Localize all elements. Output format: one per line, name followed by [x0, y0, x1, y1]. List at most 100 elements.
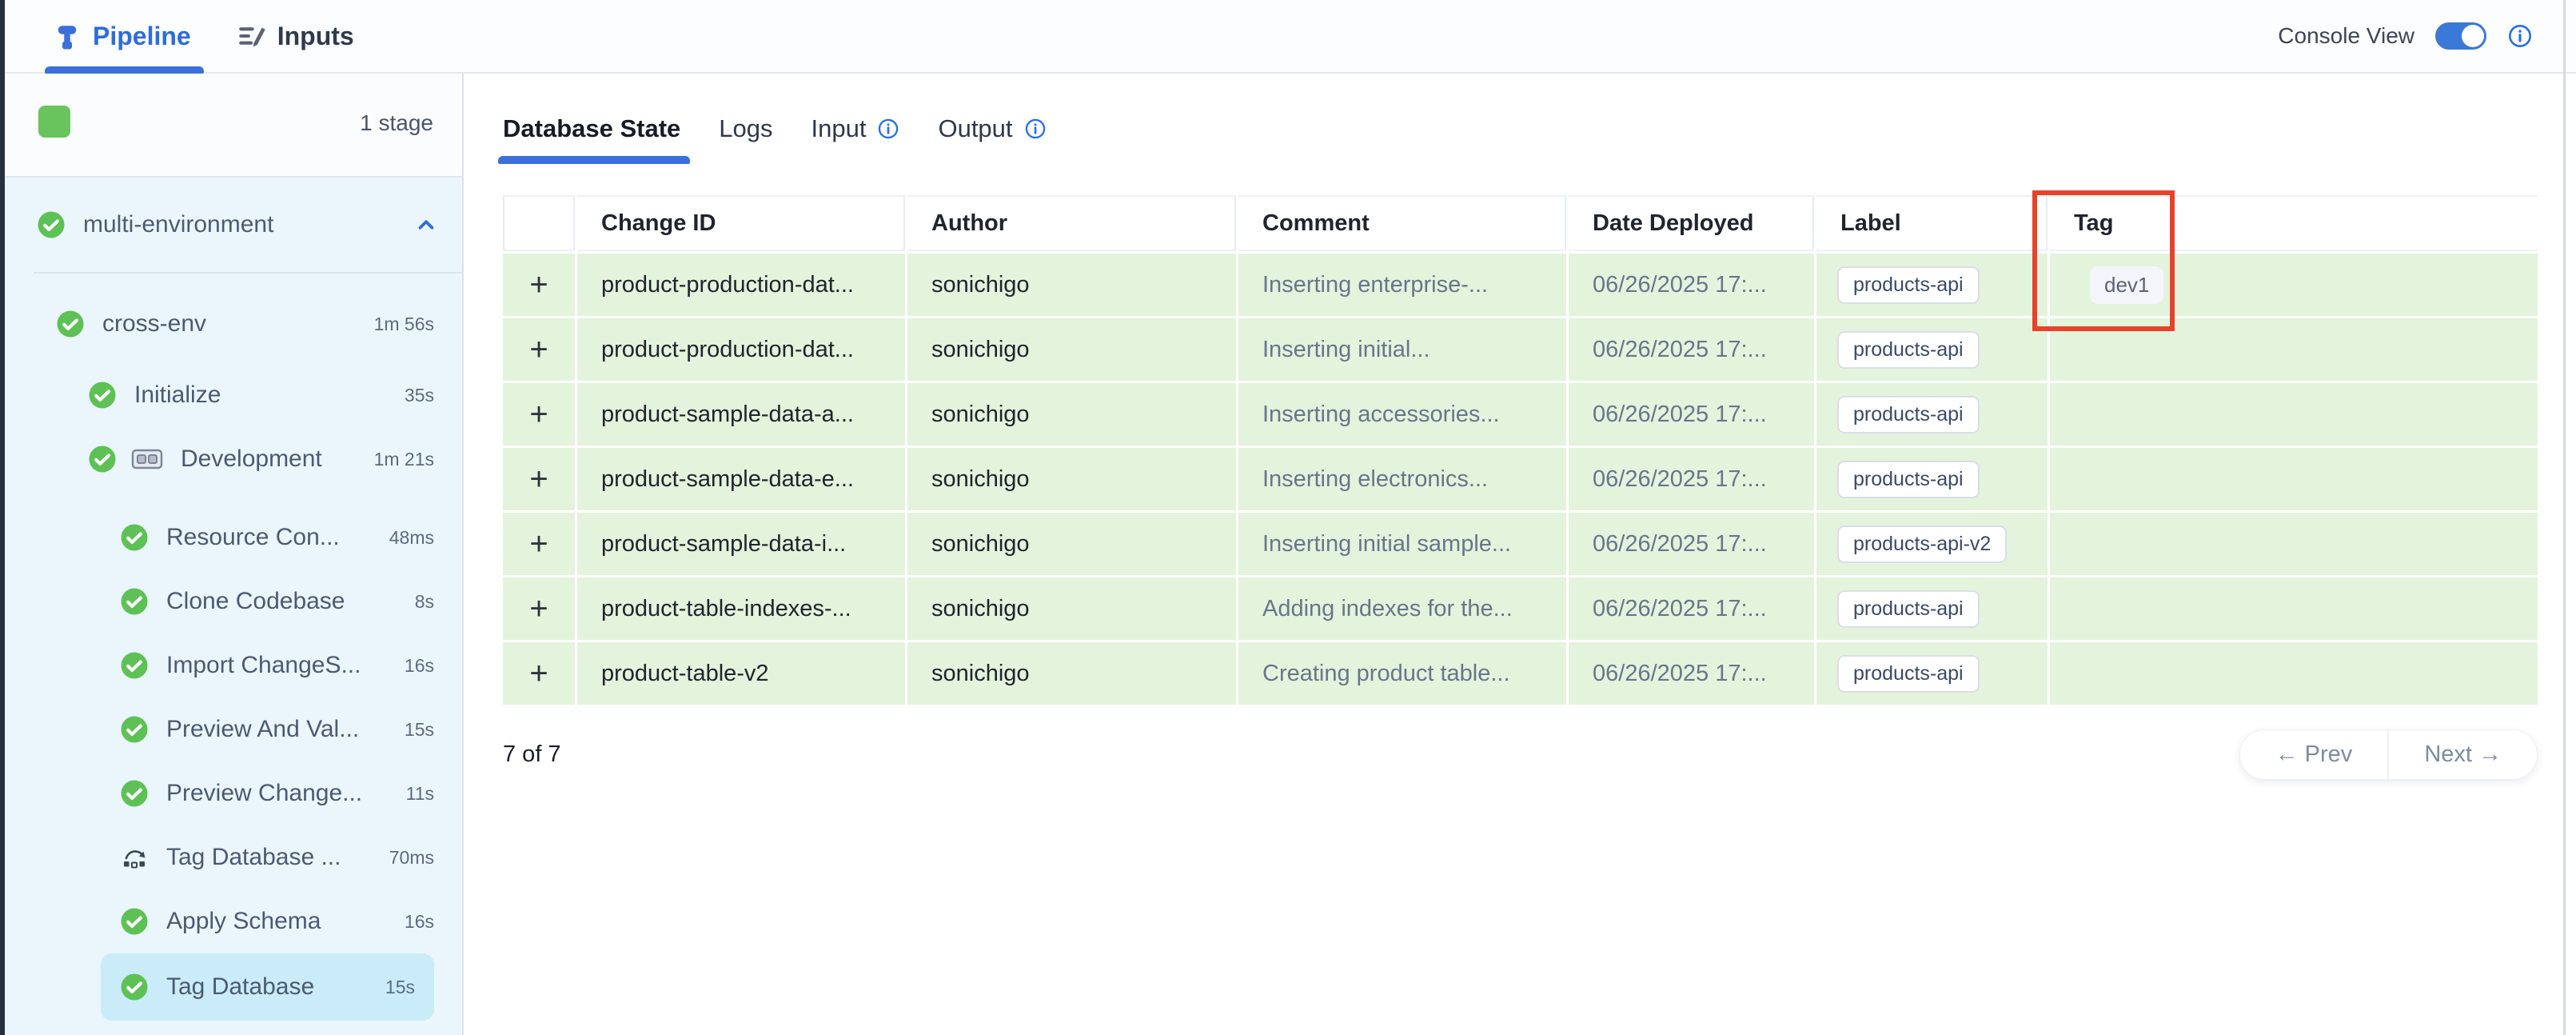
stage-card-icon [131, 447, 163, 471]
cell-label: products-api [1816, 448, 2048, 510]
success-check-icon [120, 715, 149, 744]
cell-tag [2050, 513, 2538, 575]
content-area: 1 stage multi-environment [5, 74, 2576, 1035]
success-check-icon [37, 210, 66, 239]
cell-change-id: product-production-dat... [577, 318, 905, 381]
cell-change-id: product-production-dat... [577, 254, 905, 316]
cell-date-deployed: 06/26/2025 17:... [1569, 577, 1814, 640]
expand-row-button[interactable]: + [529, 528, 548, 560]
tree-item-preview-and-validate[interactable]: Preview And Val... 15s [5, 697, 462, 761]
tree-item-tag-database-selected[interactable]: Tag Database 15s [101, 953, 434, 1021]
cell-label: products-api [1816, 642, 2048, 705]
tree-item-apply-schema[interactable]: Apply Schema 16s [5, 889, 462, 953]
cell-comment: Creating product table... [1238, 642, 1566, 705]
success-check-icon [88, 381, 117, 410]
cell-author: sonichigo [907, 448, 1236, 510]
table-grid: Change ID Author Comment Date Deployed L… [503, 195, 2538, 705]
app-root: Pipeline Inputs Console View [0, 0, 2576, 1035]
success-check-icon [88, 445, 117, 474]
col-header-change-id: Change ID [577, 195, 905, 251]
detail-panel: Database State Logs Input Output [464, 74, 2576, 1035]
tab-inputs[interactable]: Inputs [231, 0, 359, 72]
cell-tag [2050, 448, 2538, 510]
next-button[interactable]: Next → [2387, 730, 2537, 779]
expand-row-button[interactable]: + [529, 398, 548, 430]
success-check-icon [56, 310, 85, 338]
cell-change-id: product-sample-data-e... [577, 448, 905, 510]
stage-label: multi-environment [83, 211, 273, 238]
console-view-toggle[interactable] [2435, 22, 2486, 50]
tree-item-import-changesets[interactable]: Import ChangeS... 16s [5, 633, 462, 697]
stage-row-multi-environment[interactable]: multi-environment [5, 178, 462, 272]
cell-date-deployed: 06/26/2025 17:... [1569, 383, 1814, 446]
tree-item-resource-constraint[interactable]: Resource Con... 48ms [5, 506, 462, 569]
pipeline-icon [53, 22, 82, 50]
cell-tag [2050, 642, 2538, 705]
tab-inputs-label: Inputs [277, 22, 354, 51]
expand-row-button[interactable]: + [529, 657, 548, 689]
label-badge: products-api [1837, 590, 1980, 628]
tree-item-tag-database-rollback[interactable]: Tag Database ... 70ms [5, 825, 462, 889]
success-check-icon [120, 651, 149, 680]
cell-author: sonichigo [907, 513, 1236, 575]
prev-button[interactable]: ← Prev [2240, 730, 2388, 779]
success-check-icon [120, 587, 149, 616]
tab-input[interactable]: Input [811, 114, 900, 164]
tab-logs[interactable]: Logs [719, 114, 772, 164]
label-badge: products-api [1837, 266, 1980, 304]
table-footer: 7 of 7 ← Prev Next → [503, 729, 2538, 780]
cell-tag [2050, 577, 2538, 640]
cell-tag [2050, 383, 2538, 446]
table-row: + [503, 383, 575, 446]
tree-item-cross-env[interactable]: cross-env 1m 56s [5, 285, 462, 363]
top-bar-tabs: Pipeline Inputs [5, 0, 394, 72]
table-row: + [503, 577, 575, 640]
tree-item-clone-codebase[interactable]: Clone Codebase 8s [5, 569, 462, 633]
cell-comment: Inserting initial... [1238, 318, 1566, 381]
tree-item-development[interactable]: Development 1m 21s [5, 427, 462, 491]
expand-row-button[interactable]: + [529, 269, 548, 301]
cell-change-id: product-table-indexes-... [577, 577, 905, 640]
expand-row-button[interactable]: + [529, 463, 548, 495]
tree-item-preview-changes[interactable]: Preview Change... 11s [5, 761, 462, 825]
scrollbar[interactable] [2563, 0, 2566, 1035]
toggle-knob [2462, 25, 2484, 47]
cell-label: products-api [1816, 318, 2048, 381]
cell-date-deployed: 06/26/2025 17:... [1569, 254, 1814, 316]
database-state-table: Change ID Author Comment Date Deployed L… [503, 195, 2538, 780]
chevron-up-icon[interactable] [414, 213, 438, 237]
rollback-icon [120, 843, 149, 872]
cell-author: sonichigo [907, 254, 1236, 316]
info-icon[interactable] [1024, 118, 1047, 140]
tab-database-state[interactable]: Database State [503, 114, 680, 164]
expand-row-button[interactable]: + [529, 334, 548, 366]
label-badge: products-api [1837, 655, 1980, 693]
table-row: + [503, 642, 575, 705]
col-header-label: Label [1816, 195, 2048, 251]
table-row: + [503, 318, 575, 381]
tab-pipeline[interactable]: Pipeline [48, 0, 196, 72]
table-row: + [503, 513, 575, 575]
tree-item-initialize[interactable]: Initialize 35s [5, 363, 462, 427]
cell-label: products-api [1816, 383, 2048, 446]
execution-sidebar: 1 stage multi-environment [5, 74, 464, 1035]
cell-change-id: product-table-v2 [577, 642, 905, 705]
expand-row-button[interactable]: + [529, 593, 548, 625]
cell-author: sonichigo [907, 318, 1236, 381]
console-info-icon[interactable] [2507, 23, 2533, 49]
col-header-author: Author [907, 195, 1236, 251]
step-tree: cross-env 1m 56s Initialize 35s [34, 272, 462, 1035]
info-icon[interactable] [877, 118, 899, 140]
cell-comment: Inserting accessories... [1238, 383, 1566, 446]
cell-date-deployed: 06/26/2025 17:... [1569, 513, 1814, 575]
cell-label: products-api-v2 [1816, 513, 2048, 575]
sidebar-header: 1 stage [5, 74, 462, 178]
label-badge: products-api-v2 [1837, 525, 2007, 563]
cell-comment: Inserting electronics... [1238, 448, 1566, 510]
tab-output[interactable]: Output [938, 114, 1046, 164]
label-badge: products-api [1837, 396, 1980, 434]
pagination: ← Prev Next → [2239, 729, 2538, 780]
col-header-expand [503, 195, 575, 251]
cell-date-deployed: 06/26/2025 17:... [1569, 318, 1814, 381]
cell-date-deployed: 06/26/2025 17:... [1569, 448, 1814, 510]
